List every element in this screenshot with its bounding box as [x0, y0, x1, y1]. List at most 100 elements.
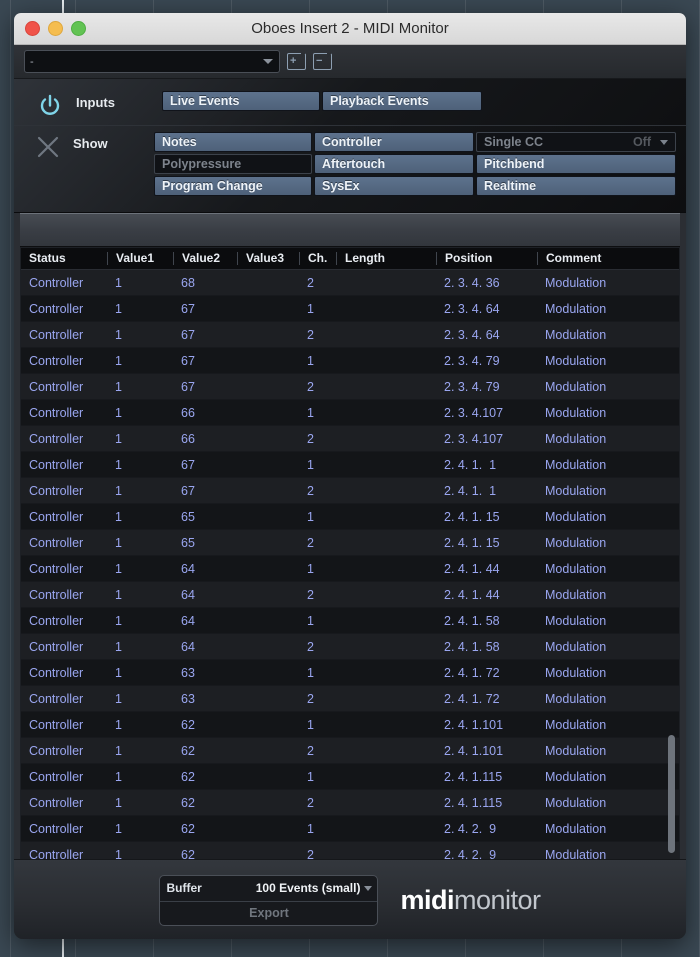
column-header-status[interactable]: Status — [21, 252, 107, 265]
toggle-live-events[interactable]: Live Events — [162, 91, 320, 111]
event-table: Status Value1 Value2 Value3 Ch. Length P… — [20, 247, 680, 864]
window-title: Oboes Insert 2 - MIDI Monitor — [251, 20, 449, 37]
logo-bold-text: midi — [400, 884, 454, 915]
table-scrollbar[interactable] — [667, 270, 676, 859]
table-row[interactable]: Controller 1 62 2 2. 4. 1.101 Modulation — [21, 738, 679, 764]
toggle-sysex[interactable]: SysEx — [314, 176, 474, 196]
cell-comment: Modulation — [545, 561, 607, 576]
cell-value2: 66 — [181, 431, 195, 446]
clear-x-icon[interactable] — [35, 134, 61, 160]
toggle-polypressure[interactable]: Polypressure — [154, 154, 312, 174]
chevron-down-icon — [660, 139, 668, 145]
power-icon-wrap[interactable] — [24, 91, 76, 119]
cell-value2: 67 — [181, 457, 195, 472]
table-row[interactable]: Controller 1 62 1 2. 4. 1.101 Modulation — [21, 712, 679, 738]
single-cc-dropdown[interactable]: Single CC Off — [476, 132, 676, 152]
column-header-position[interactable]: Position — [436, 252, 537, 265]
table-row[interactable]: Controller 1 64 2 2. 4. 1. 44 Modulation — [21, 582, 679, 608]
cell-comment: Modulation — [545, 457, 607, 472]
column-header-value1[interactable]: Value1 — [107, 252, 173, 265]
column-header-comment[interactable]: Comment — [537, 252, 657, 265]
clear-x-icon-wrap[interactable] — [24, 132, 73, 160]
table-row[interactable]: Controller 1 62 1 2. 4. 1.115 Modulation — [21, 764, 679, 790]
table-row[interactable]: Controller 1 65 1 2. 4. 1. 15 Modulation — [21, 504, 679, 530]
cell-position: 2. 4. 2. 9 — [444, 821, 497, 836]
column-header-length[interactable]: Length — [336, 252, 436, 265]
table-row[interactable]: Controller 1 68 2 2. 3. 4. 36 Modulation — [21, 270, 679, 296]
cell-position: 2. 4. 1. 44 — [444, 561, 500, 576]
cell-ch: 2 — [307, 275, 314, 290]
chevron-down-icon — [364, 885, 373, 891]
toggle-notes[interactable]: Notes — [154, 132, 312, 152]
table-row[interactable]: Controller 1 65 2 2. 4. 1. 15 Modulation — [21, 530, 679, 556]
table-row[interactable]: Controller 1 63 1 2. 4. 1. 72 Modulation — [21, 660, 679, 686]
column-header-value2[interactable]: Value2 — [173, 252, 237, 265]
preset-dropdown[interactable]: - — [24, 50, 280, 73]
show-button-line-1: Notes Controller Single CC Off — [154, 132, 676, 152]
table-row[interactable]: Controller 1 64 1 2. 4. 1. 58 Modulation — [21, 608, 679, 634]
cell-status: Controller — [29, 353, 84, 368]
table-row[interactable]: Controller 1 67 1 2. 3. 4. 79 Modulation — [21, 348, 679, 374]
table-row[interactable]: Controller 1 62 1 2. 4. 2. 9 Modulation — [21, 816, 679, 842]
table-row[interactable]: Controller 1 66 2 2. 3. 4.107 Modulation — [21, 426, 679, 452]
column-header-value3[interactable]: Value3 — [237, 252, 299, 265]
cell-comment: Modulation — [545, 301, 607, 316]
cell-status: Controller — [29, 457, 84, 472]
cell-comment: Modulation — [545, 665, 607, 680]
table-row[interactable]: Controller 1 67 1 2. 4. 1. 1 Modulation — [21, 452, 679, 478]
table-row[interactable]: Controller 1 67 2 2. 3. 4. 79 Modulation — [21, 374, 679, 400]
logo-light-text: monitor — [453, 884, 541, 915]
scrollbar-thumb[interactable] — [668, 735, 675, 853]
cell-position: 2. 3. 4. 64 — [444, 301, 500, 316]
cell-ch: 2 — [307, 379, 314, 394]
table-row[interactable]: Controller 1 64 1 2. 4. 1. 44 Modulation — [21, 556, 679, 582]
column-header-ch[interactable]: Ch. — [299, 252, 336, 265]
table-row[interactable]: Controller 1 67 2 2. 4. 1. 1 Modulation — [21, 478, 679, 504]
cell-position: 2. 4. 1. 58 — [444, 613, 500, 628]
cell-value1: 1 — [115, 457, 122, 472]
toggle-program-change[interactable]: Program Change — [154, 176, 312, 196]
cell-value1: 1 — [115, 509, 122, 524]
cell-ch: 2 — [307, 431, 314, 446]
inputs-label: Inputs — [76, 95, 115, 110]
buffer-value: 100 Events (small) — [255, 881, 361, 895]
table-row[interactable]: Controller 1 64 2 2. 4. 1. 58 Modulation — [21, 634, 679, 660]
table-row[interactable]: Controller 1 67 1 2. 3. 4. 64 Modulation — [21, 296, 679, 322]
cell-ch: 1 — [307, 821, 314, 836]
toggle-realtime[interactable]: Realtime — [476, 176, 676, 196]
table-row[interactable]: Controller 1 62 2 2. 4. 1.115 Modulation — [21, 790, 679, 816]
cell-ch: 1 — [307, 353, 314, 368]
cell-comment: Modulation — [545, 483, 607, 498]
cell-position: 2. 3. 4.107 — [444, 405, 504, 420]
table-row[interactable]: Controller 1 67 2 2. 3. 4. 64 Modulation — [21, 322, 679, 348]
document-add-icon[interactable]: + — [287, 52, 307, 70]
cell-value2: 64 — [181, 561, 195, 576]
toggle-controller[interactable]: Controller — [314, 132, 474, 152]
cell-ch: 1 — [307, 769, 314, 784]
document-remove-icon[interactable]: − — [313, 52, 333, 70]
cell-status: Controller — [29, 509, 84, 524]
toggle-playback-events[interactable]: Playback Events — [322, 91, 482, 111]
toggle-pitchbend[interactable]: Pitchbend — [476, 154, 676, 174]
preset-value: - — [30, 55, 34, 68]
cell-comment: Modulation — [545, 327, 607, 342]
power-icon[interactable] — [37, 93, 63, 119]
panel-separator — [20, 213, 680, 247]
cell-status: Controller — [29, 743, 84, 758]
buffer-dropdown[interactable]: Buffer 100 Events (small) — [160, 876, 378, 902]
show-buttons: Notes Controller Single CC Off Polypress… — [154, 132, 676, 196]
cell-ch: 1 — [307, 613, 314, 628]
table-row[interactable]: Controller 1 63 2 2. 4. 1. 72 Modulation — [21, 686, 679, 712]
minus-sign: − — [316, 55, 323, 67]
toggle-aftertouch[interactable]: Aftertouch — [314, 154, 474, 174]
cell-ch: 1 — [307, 561, 314, 576]
window-titlebar[interactable]: Oboes Insert 2 - MIDI Monitor — [14, 13, 686, 45]
cell-position: 2. 4. 1. 15 — [444, 535, 500, 550]
table-row[interactable]: Controller 1 66 1 2. 3. 4.107 Modulation — [21, 400, 679, 426]
cell-comment: Modulation — [545, 405, 607, 420]
export-button[interactable]: Export — [160, 902, 377, 925]
single-cc-label: Single CC — [484, 134, 544, 149]
table-header-row: Status Value1 Value2 Value3 Ch. Length P… — [21, 248, 679, 270]
cell-value2: 64 — [181, 639, 195, 654]
cell-value2: 67 — [181, 301, 195, 316]
